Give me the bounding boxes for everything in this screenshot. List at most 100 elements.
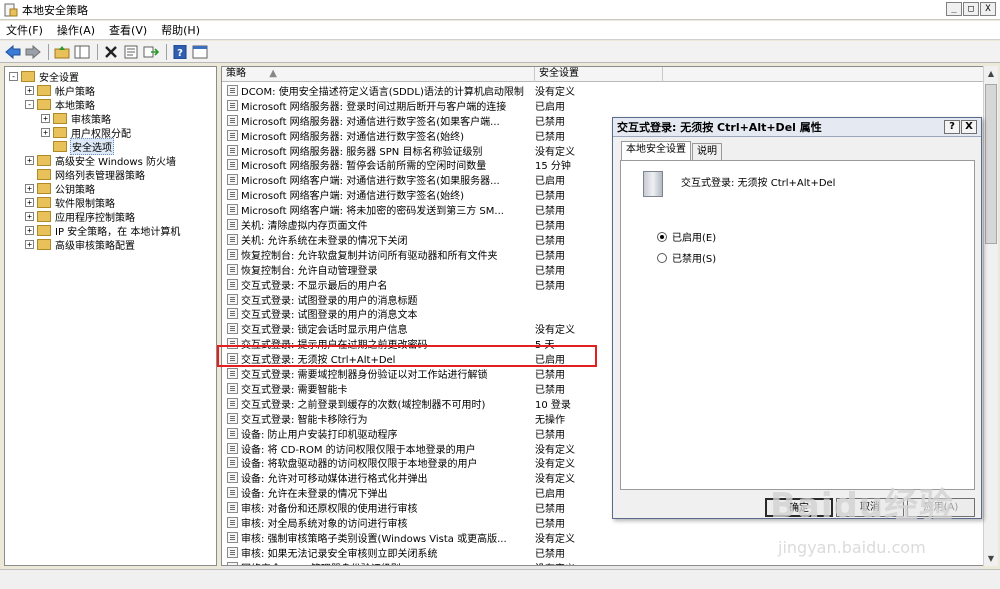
forward-icon[interactable] [24,43,42,61]
tree-node[interactable]: + 审核策略 [41,111,112,126]
column-header-setting[interactable]: 安全设置 [535,67,663,82]
folder-icon [37,168,51,180]
delete-icon[interactable] [102,43,120,61]
table-row[interactable]: DCOM: 使用安全描述符定义语言(SDDL)语法的计算机启动限制 没有定义 [222,83,606,98]
table-row[interactable]: Microsoft 网络服务器: 对通信进行数字签名(如果客户端... 已禁用 [222,113,606,128]
column-header-policy[interactable]: 策略 ▲ [222,67,535,82]
table-row[interactable]: 关机: 允许系统在未登录的情况下关闭 已禁用 [222,232,606,247]
table-row[interactable]: 恢复控制台: 允许自动管理登录 已禁用 [222,262,606,277]
tree-node[interactable]: + 高级审核策略配置 [25,237,136,252]
export-icon[interactable] [142,43,160,61]
radio-disabled[interactable]: 已禁用(S) [657,250,716,265]
radio-disabled-dot[interactable] [657,252,667,263]
policy-icon [227,159,238,171]
policy-name-cell: 关机: 允许系统在未登录的情况下关闭 [241,235,408,247]
radio-enabled[interactable]: 已启用(E) [657,229,716,244]
collapse-icon[interactable]: - [25,99,34,109]
menu-file[interactable]: 文件(F) [6,22,43,38]
security-setting-cell: 没有定义 [535,86,575,98]
tree-node[interactable]: + IP 安全策略，在 本地计算机 [25,223,181,238]
expand-icon[interactable]: + [25,225,34,235]
table-row[interactable]: 设备: 允许在未登录的情况下弹出 已启用 [222,485,606,500]
up-folder-icon[interactable] [53,43,71,61]
maximize-button[interactable]: □ [963,2,979,16]
table-row[interactable]: 交互式登录: 需要智能卡 已禁用 [222,381,606,396]
expand-icon[interactable]: + [25,211,34,221]
table-row[interactable]: Microsoft 网络客户端: 对通信进行数字签名(如果服务器... 已启用 [222,172,606,187]
policy-icon [227,84,238,96]
security-setting-cell: 10 登录 [535,399,571,411]
tree-node[interactable]: + 公钥策略 [25,181,96,196]
tab-explain[interactable]: 说明 [692,143,722,160]
scrollbar-thumb[interactable] [985,84,997,244]
table-row[interactable]: 交互式登录: 之前登录到缓存的次数(域控制器不可用时) 10 登录 [222,396,606,411]
scroll-up-icon[interactable]: ▲ [984,66,998,81]
table-row[interactable]: 交互式登录: 智能卡移除行为 无操作 [222,411,606,426]
radio-enabled-dot[interactable] [657,231,667,242]
expand-icon[interactable]: + [25,155,34,165]
collapse-icon[interactable]: - [9,71,18,81]
policy-name: 交互式登录: 无须按 Ctrl+Alt+Del [681,178,836,189]
policy-name-cell: Microsoft 网络服务器: 服务器 SPN 目标名称验证级别 [241,146,483,158]
menu-action[interactable]: 操作(A) [57,22,95,38]
dialog-close-button[interactable]: X [961,120,977,134]
folder-icon [37,196,51,208]
back-icon[interactable] [4,43,22,61]
tree-node[interactable]: 安全选项 [41,137,114,155]
security-setting-cell: 已禁用 [535,280,565,292]
table-row[interactable]: 设备: 将软盘驱动器的访问权限仅限于本地登录的用户 没有定义 [222,456,606,471]
policy-icon [227,308,238,320]
folder-icon [37,238,51,250]
tree-node[interactable]: 网络列表管理器策略 [25,167,146,182]
properties-icon[interactable] [122,43,140,61]
expand-icon[interactable]: + [41,127,50,137]
tab-local-security-setting[interactable]: 本地安全设置 [621,141,691,160]
expand-icon[interactable]: + [25,239,34,249]
table-row[interactable]: 恢复控制台: 允许软盘复制并访问所有驱动器和所有文件夹 已禁用 [222,247,606,262]
tree-node[interactable]: + 高级安全 Windows 防火墙 [25,153,177,168]
table-row[interactable]: Microsoft 网络客户端: 对通信进行数字签名(始终) 已禁用 [222,187,606,202]
table-row[interactable]: 交互式登录: 需要域控制器身份验证以对工作站进行解锁 已禁用 [222,366,606,381]
table-row[interactable]: 交互式登录: 不显示最后的用户名 已禁用 [222,277,606,292]
expand-icon[interactable]: + [25,197,34,207]
table-row[interactable]: Microsoft 网络服务器: 暂停会话前所需的空闲时间数量 15 分钟 [222,158,606,172]
tree-node[interactable]: + 软件限制策略 [25,195,116,210]
minimize-button[interactable]: _ [946,2,962,16]
tree-node[interactable]: + 应用程序控制策略 [25,209,136,224]
policy-name-cell: 交互式登录: 需要域控制器身份验证以对工作站进行解锁 [241,370,488,382]
table-row[interactable]: 审核: 对备份和还原权限的使用进行审核 已禁用 [222,500,606,515]
table-row[interactable]: Microsoft 网络服务器: 登录时间过期后断开与客户端的连接 已启用 [222,98,606,113]
table-row[interactable]: Microsoft 网络服务器: 对通信进行数字签名(始终) 已禁用 [222,128,606,143]
policy-icon [227,293,238,305]
menu-help[interactable]: 帮助(H) [161,22,200,38]
expand-icon[interactable]: + [25,183,34,193]
table-row[interactable]: 设备: 将 CD-ROM 的访问权限仅限于本地登录的用户 没有定义 [222,441,606,456]
tree-node[interactable]: - 本地策略 [25,97,96,112]
policy-icon [227,487,238,499]
watermark-logo: Baidu经验 [770,486,955,526]
table-row[interactable]: 关机: 清除虚拟内存页面文件 已禁用 [222,217,606,232]
table-row[interactable]: Microsoft 网络服务器: 服务器 SPN 目标名称验证级别 没有定义 [222,143,606,158]
tree-node[interactable]: - 安全设置 [9,69,80,84]
help-icon[interactable]: ? [171,43,189,61]
console-icon[interactable] [191,43,209,61]
menu-view[interactable]: 查看(V) [109,22,147,38]
expand-icon[interactable]: + [25,85,34,95]
policy-name-cell: 交互式登录: 锁定会话时显示用户信息 [241,325,408,337]
folder-icon [53,140,67,152]
table-row[interactable]: 审核: 对全局系统对象的访问进行审核 已禁用 [222,515,606,530]
table-row[interactable]: Microsoft 网络客户端: 将未加密的密码发送到第三方 SM... 已禁用 [222,202,606,217]
table-row[interactable]: 交互式登录: 锁定会话时显示用户信息 没有定义 [222,321,606,336]
table-row[interactable]: 设备: 允许对可移动媒体进行格式化并弹出 没有定义 [222,470,606,485]
table-row[interactable]: 设备: 防止用户安装打印机驱动程序 已禁用 [222,426,606,441]
tree-node[interactable]: + 帐户策略 [25,83,96,98]
table-row[interactable]: 交互式登录: 试图登录的用户的消息标题 [222,292,606,307]
close-button[interactable]: X [980,2,996,16]
show-hide-tree-icon[interactable] [73,43,91,61]
table-row[interactable]: 审核: 如果无法记录安全审核则立即关闭系统 已禁用 [222,545,606,560]
dialog-help-button[interactable]: ? [944,120,960,134]
expand-icon[interactable]: + [41,113,50,123]
security-setting-cell: 没有定义 [535,459,575,471]
table-row[interactable]: 审核: 强制审核策略子类别设置(Windows Vista 或更高版... 没有定… [222,530,606,545]
table-row[interactable]: 交互式登录: 试图登录的用户的消息文本 [222,307,606,321]
